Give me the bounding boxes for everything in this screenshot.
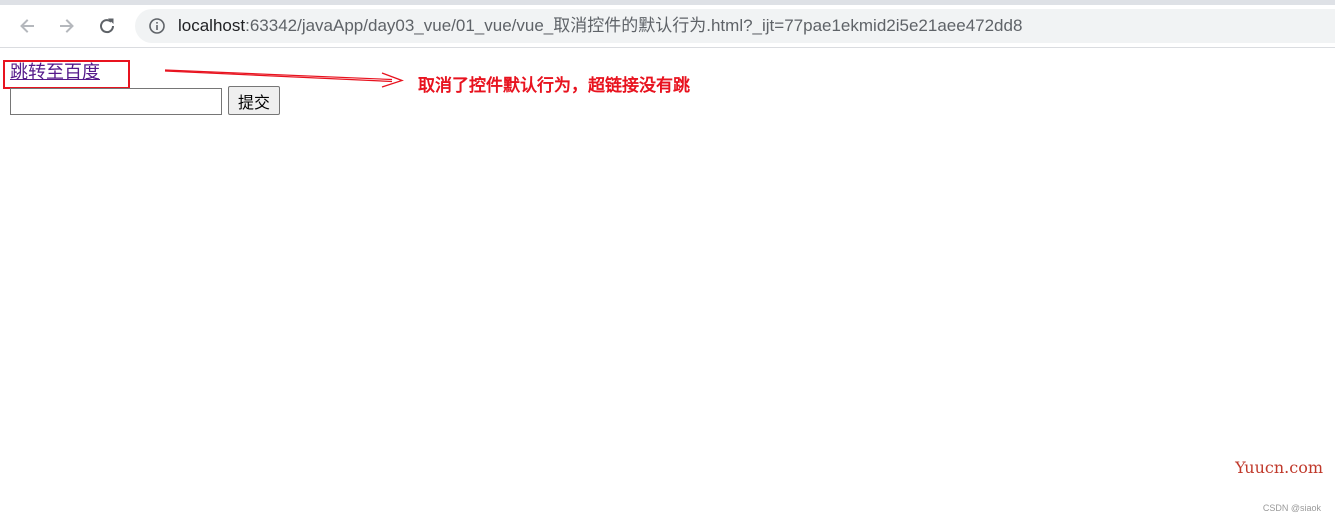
back-button[interactable] xyxy=(11,10,43,42)
url-text[interactable]: localhost:63342/javaApp/day03_vue/01_vue… xyxy=(178,9,1022,43)
submit-button[interactable]: 提交 xyxy=(228,86,280,115)
browser-toolbar: localhost:63342/javaApp/day03_vue/01_vue… xyxy=(0,5,1335,48)
author-watermark: CSDN @siaok xyxy=(1262,503,1321,513)
site-watermark: Yuucn.com xyxy=(1235,458,1323,477)
highlight-box xyxy=(3,60,130,89)
url-path: :63342/javaApp/day03_vue/01_vue/vue_取消控件… xyxy=(245,16,1023,35)
url-host: localhost xyxy=(178,16,246,35)
annotation-text: 取消了控件默认行为，超链接没有跳 xyxy=(418,76,690,96)
text-input[interactable] xyxy=(10,88,222,115)
info-icon[interactable] xyxy=(149,18,165,34)
reload-button[interactable] xyxy=(91,10,123,42)
address-bar[interactable]: localhost:63342/javaApp/day03_vue/01_vue… xyxy=(135,9,1335,43)
annotation-arrow xyxy=(164,69,404,88)
page-content: 跳转至百度 提交 取消了控件默认行为，超链接没有跳 Yuucn.com CSDN… xyxy=(0,48,1335,523)
reload-icon xyxy=(100,18,115,34)
arrow-left-icon xyxy=(20,19,34,33)
forward-button[interactable] xyxy=(51,10,83,42)
arrow-right-icon xyxy=(60,19,74,33)
